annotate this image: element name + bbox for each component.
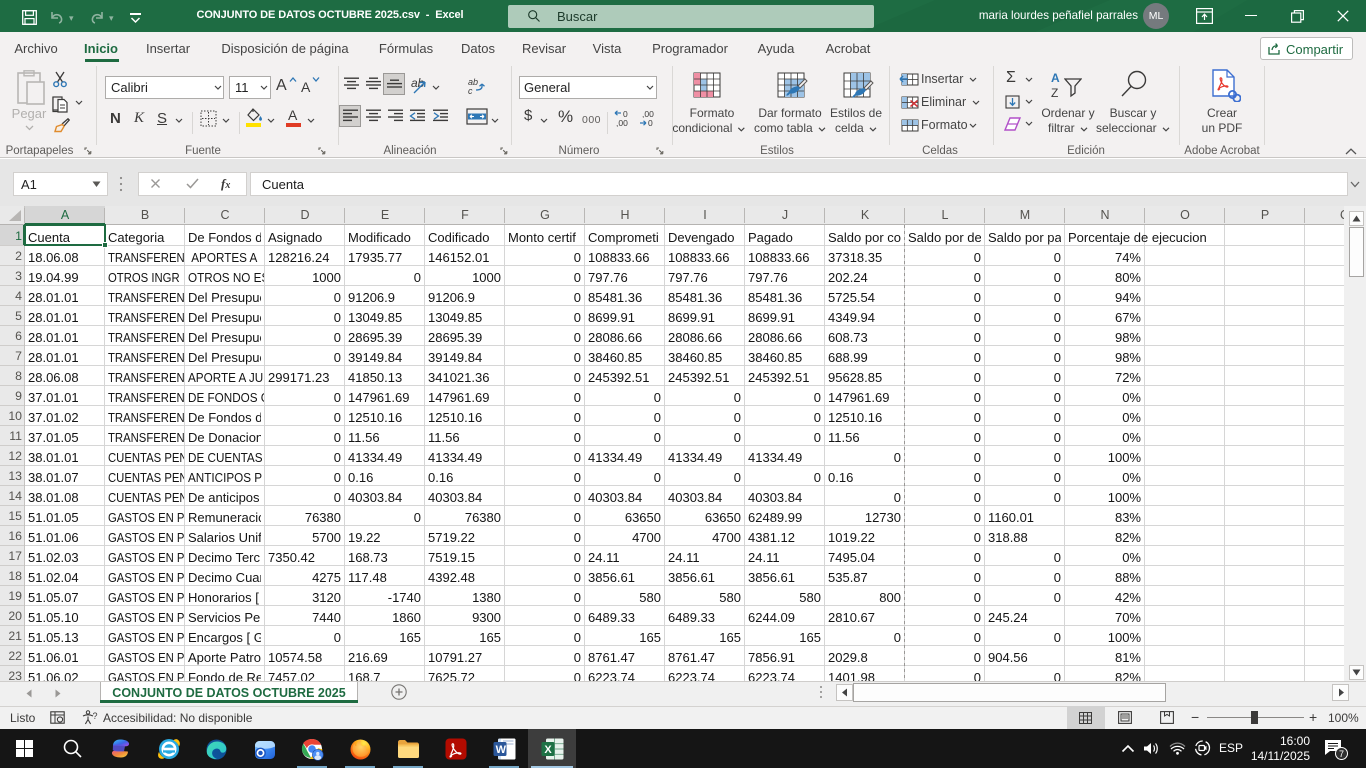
svg-text:0: 0 <box>648 118 653 128</box>
svg-text:?: ? <box>93 711 98 721</box>
svg-text:c: c <box>468 86 473 95</box>
svg-text:W: W <box>496 744 507 756</box>
svg-text:,00: ,00 <box>616 118 628 128</box>
svg-text:X: X <box>544 744 552 756</box>
